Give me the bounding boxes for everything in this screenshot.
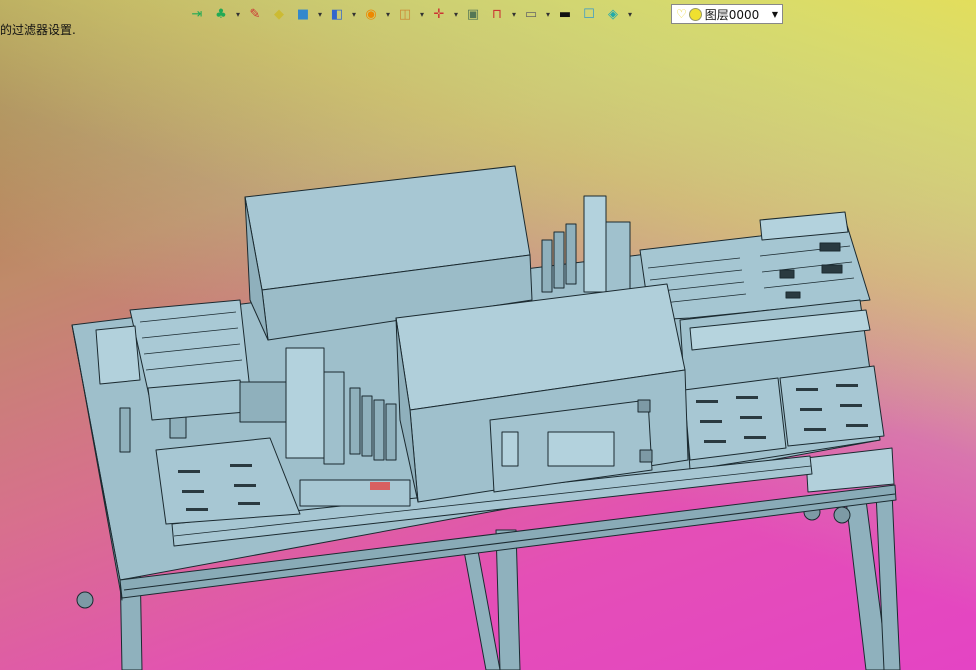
cad-viewport[interactable] xyxy=(0,0,976,670)
